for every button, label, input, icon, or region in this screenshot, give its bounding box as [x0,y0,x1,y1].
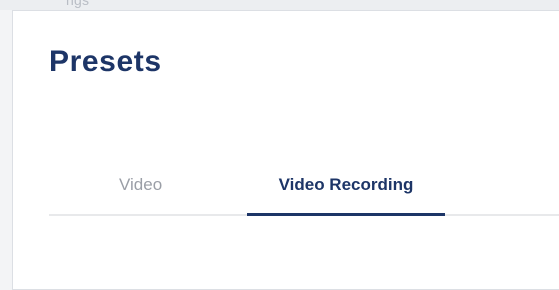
top-bar: ngs [0,0,559,10]
active-tab-indicator [247,213,445,216]
top-bar-text: ngs [66,0,90,8]
presets-panel: Presets Video Video Recording [12,10,559,290]
tab-video[interactable]: Video [69,175,234,217]
tab-video-recording[interactable]: Video Recording [247,175,445,217]
preset-tabs: Video Video Recording [49,11,559,271]
